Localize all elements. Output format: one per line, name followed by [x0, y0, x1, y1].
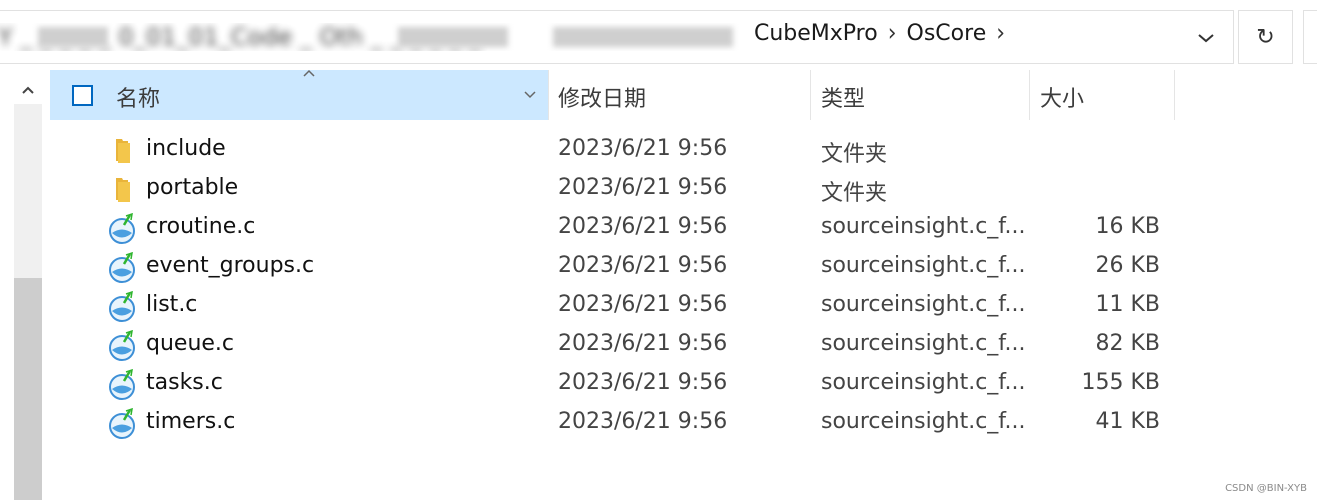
column-divider[interactable]	[548, 70, 549, 120]
file-name[interactable]: tasks.c	[146, 370, 223, 395]
source-file-icon	[109, 408, 135, 439]
file-date: 2023/6/21 9:56	[558, 214, 728, 239]
column-divider[interactable]	[1029, 70, 1030, 120]
scroll-up-arrow-icon[interactable]	[14, 76, 42, 104]
file-type: sourceinsight.c_f...	[821, 370, 1026, 395]
column-name-label: 名称	[116, 87, 161, 112]
file-date: 2023/6/21 9:56	[558, 292, 728, 317]
file-type: sourceinsight.c_f...	[821, 292, 1026, 317]
file-size: 26 KB	[1095, 253, 1160, 278]
file-size: 82 KB	[1095, 331, 1160, 356]
scrollbar-thumb[interactable]	[14, 278, 42, 500]
file-name[interactable]: queue.c	[146, 331, 234, 356]
file-name[interactable]: list.c	[146, 292, 197, 317]
breadcrumb-separator-icon[interactable]: ›	[996, 20, 1005, 48]
file-name[interactable]: portable	[146, 175, 238, 200]
file-size: 155 KB	[1081, 370, 1160, 395]
file-date: 2023/6/21 9:56	[558, 175, 728, 200]
file-type: sourceinsight.c_f...	[821, 214, 1026, 239]
file-date: 2023/6/21 9:56	[558, 370, 728, 395]
file-type: sourceinsight.c_f...	[821, 253, 1026, 278]
file-row[interactable]: include 2023/6/21 9:56 文件夹	[50, 132, 1230, 171]
source-file-icon	[109, 330, 135, 361]
file-type: 文件夹	[821, 181, 888, 206]
column-header: 名称 修改日期 类型 大小	[50, 69, 1317, 120]
file-type: sourceinsight.c_f...	[821, 409, 1026, 434]
file-row[interactable]: event_groups.c 2023/6/21 9:56 sourceinsi…	[50, 249, 1230, 288]
watermark: CSDN @BIN-XYB	[1225, 483, 1307, 494]
breadcrumb: CubeMxPro › OsCore ›	[754, 20, 1005, 48]
column-header-type[interactable]: 类型	[821, 81, 865, 113]
address-bar[interactable]: Y _ _ _ _ _ 0_01_01_Code _ Oth _ _ _ _ _…	[0, 10, 1234, 64]
file-name[interactable]: timers.c	[146, 409, 235, 434]
file-row[interactable]: queue.c 2023/6/21 9:56 sourceinsight.c_f…	[50, 327, 1230, 366]
column-filter-chevron-down-icon[interactable]	[520, 84, 540, 104]
folder-icon	[116, 139, 130, 163]
sort-ascending-caret-icon	[303, 69, 315, 77]
refresh-icon: ↻	[1256, 24, 1275, 50]
file-date: 2023/6/21 9:56	[558, 409, 728, 434]
file-row[interactable]: tasks.c 2023/6/21 9:56 sourceinsight.c_f…	[50, 366, 1230, 405]
file-date: 2023/6/21 9:56	[558, 253, 728, 278]
address-bar-area: Y _ _ _ _ _ 0_01_01_Code _ Oth _ _ _ _ _…	[0, 0, 1317, 70]
file-row[interactable]: portable 2023/6/21 9:56 文件夹	[50, 171, 1230, 210]
refresh-button[interactable]: ↻	[1238, 10, 1293, 64]
column-header-date[interactable]: 修改日期	[558, 81, 646, 113]
source-file-icon	[109, 252, 135, 283]
source-file-icon	[109, 291, 135, 322]
breadcrumb-separator-icon[interactable]: ›	[888, 20, 897, 48]
file-row[interactable]: croutine.c 2023/6/21 9:56 sourceinsight.…	[50, 210, 1230, 249]
file-name[interactable]: event_groups.c	[146, 253, 314, 278]
column-divider[interactable]	[810, 70, 811, 120]
file-row[interactable]: timers.c 2023/6/21 9:56 sourceinsight.c_…	[50, 405, 1230, 444]
source-file-icon	[109, 369, 135, 400]
file-date: 2023/6/21 9:56	[558, 331, 728, 356]
folder-icon	[116, 178, 130, 202]
breadcrumb-item-oscore[interactable]: OsCore	[907, 21, 987, 46]
breadcrumb-item-cubemxpro[interactable]: CubeMxPro	[754, 21, 878, 46]
file-date: 2023/6/21 9:56	[558, 136, 728, 161]
column-header-name[interactable]: 名称	[50, 69, 548, 120]
file-type: sourceinsight.c_f...	[821, 331, 1026, 356]
source-file-icon	[109, 213, 135, 244]
file-size: 11 KB	[1095, 292, 1160, 317]
file-name[interactable]: croutine.c	[146, 214, 255, 239]
navigation-pane-edge	[0, 70, 46, 500]
obscured-path: Y _ _ _ _ _ 0_01_01_Code _ Oth _ _ _ _ _…	[0, 23, 744, 51]
file-size: 41 KB	[1095, 409, 1160, 434]
column-header-size[interactable]: 大小	[1040, 81, 1084, 113]
address-history-chevron-down-icon[interactable]	[1191, 25, 1221, 51]
search-box-edge[interactable]	[1303, 10, 1317, 64]
select-all-checkbox[interactable]	[72, 85, 93, 106]
file-type: 文件夹	[821, 142, 888, 167]
file-name[interactable]: include	[146, 136, 226, 161]
column-divider[interactable]	[1174, 70, 1175, 120]
file-size: 16 KB	[1095, 214, 1160, 239]
file-row[interactable]: list.c 2023/6/21 9:56 sourceinsight.c_f.…	[50, 288, 1230, 327]
